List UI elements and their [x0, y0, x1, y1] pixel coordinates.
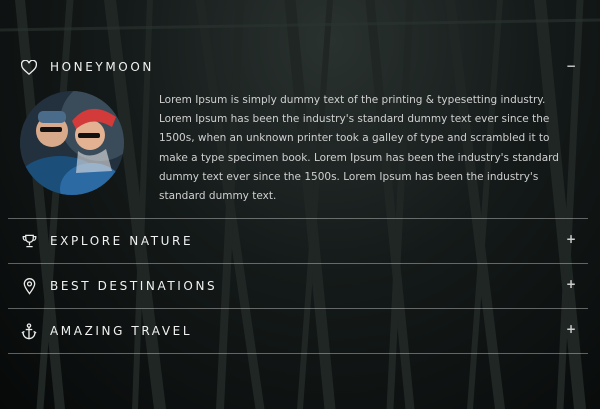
heart-icon — [18, 56, 40, 78]
accordion-header-amazing-travel[interactable]: AMAZING TRAVEL + — [8, 309, 588, 353]
accordion-header-explore-nature[interactable]: EXPLORE NATURE + — [8, 219, 588, 263]
expand-toggle-icon[interactable]: + — [566, 232, 576, 246]
expand-toggle-icon[interactable]: + — [566, 322, 576, 336]
accordion-title: HONEYMOON — [50, 60, 154, 74]
accordion-body-honeymoon: Lorem Ipsum is simply dummy text of the … — [8, 88, 588, 218]
collapse-toggle-icon[interactable]: − — [566, 59, 576, 73]
accordion-header-honeymoon[interactable]: HONEYMOON − — [8, 46, 588, 88]
couple-photo — [20, 91, 124, 195]
accordion-title: AMAZING TRAVEL — [50, 324, 193, 338]
accordion-item-honeymoon: HONEYMOON − Lorem Ipsum is simply dummy … — [8, 46, 588, 219]
accordion-title: BEST DESTINATIONS — [50, 279, 218, 293]
map-pin-icon — [18, 275, 40, 297]
travel-accordion: HONEYMOON − Lorem Ipsum is simply dummy … — [8, 46, 588, 354]
trophy-icon — [18, 230, 40, 252]
accordion-item-amazing-travel: AMAZING TRAVEL + — [8, 309, 588, 354]
accordion-title: EXPLORE NATURE — [50, 234, 194, 248]
anchor-icon — [18, 320, 40, 342]
accordion-header-best-destinations[interactable]: BEST DESTINATIONS + — [8, 264, 588, 308]
accordion-body-text: Lorem Ipsum is simply dummy text of the … — [159, 94, 559, 203]
expand-toggle-icon[interactable]: + — [566, 277, 576, 291]
accordion-item-explore-nature: EXPLORE NATURE + — [8, 219, 588, 264]
accordion-item-best-destinations: BEST DESTINATIONS + — [8, 264, 588, 309]
